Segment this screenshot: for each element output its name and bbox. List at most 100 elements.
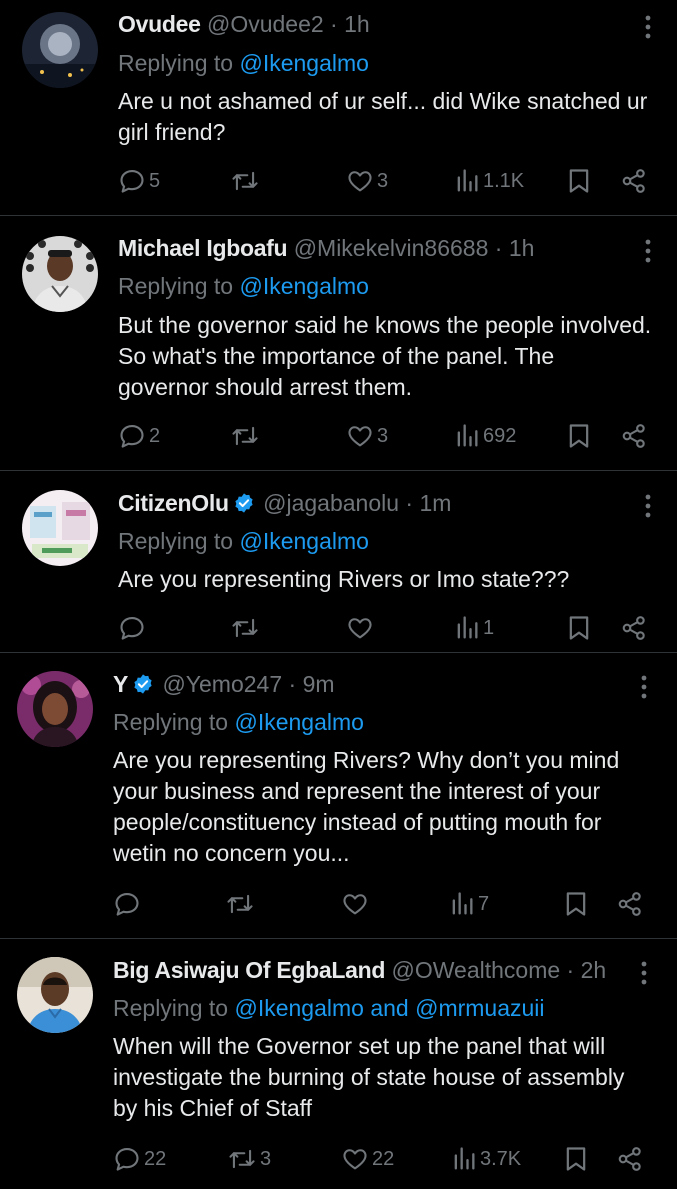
- bookmark-button[interactable]: [563, 1143, 589, 1175]
- tweet[interactable]: Big Asiwaju Of EgbaLand @OWealthcome · 2…: [0, 939, 677, 1189]
- like-button[interactable]: [341, 888, 369, 920]
- timestamp[interactable]: 9m: [303, 671, 335, 697]
- tweet-text: Are u not ashamed of ur self... did Wike…: [118, 88, 648, 145]
- views-icon: [454, 167, 480, 195]
- share-button[interactable]: [616, 888, 644, 920]
- separator-dot: ·: [323, 11, 345, 37]
- verified-badge-icon: [132, 672, 154, 702]
- timestamp[interactable]: 2h: [581, 957, 607, 983]
- retweet-count: 3: [260, 1147, 272, 1170]
- avatar[interactable]: [22, 236, 98, 312]
- retweet-icon: [225, 890, 255, 918]
- views-button[interactable]: 3.7K: [451, 1143, 521, 1175]
- like-button[interactable]: 3: [346, 165, 388, 197]
- avatar[interactable]: [17, 957, 93, 1033]
- like-button[interactable]: 3: [346, 420, 388, 452]
- retweet-button[interactable]: [230, 165, 260, 197]
- user-handle[interactable]: @jagabanolu: [263, 490, 399, 516]
- reply-count: 22: [144, 1147, 167, 1170]
- action-bar: 2 3 692: [118, 420, 658, 452]
- views-count: 1.1K: [483, 169, 525, 192]
- reply-icon: [118, 422, 146, 450]
- replying-to-label: Replying to: [118, 50, 234, 76]
- share-button[interactable]: [620, 612, 648, 644]
- user-handle[interactable]: @Yemo247: [162, 671, 282, 697]
- display-name[interactable]: CitizenOlu: [118, 490, 229, 516]
- more-icon[interactable]: [638, 491, 658, 521]
- avatar[interactable]: [22, 490, 98, 566]
- views-button[interactable]: 692: [454, 420, 516, 452]
- bookmark-button[interactable]: [566, 165, 592, 197]
- mention-link[interactable]: @mrmuazuii: [415, 995, 544, 1021]
- like-button[interactable]: 22: [341, 1143, 394, 1175]
- retweet-icon: [230, 614, 260, 642]
- views-button[interactable]: 7: [449, 888, 489, 920]
- reply-button[interactable]: [113, 888, 144, 920]
- like-count: 3: [377, 424, 389, 447]
- share-icon: [620, 614, 648, 642]
- bookmark-button[interactable]: [566, 420, 592, 452]
- timestamp[interactable]: 1h: [344, 11, 370, 37]
- views-count: 3.7K: [480, 1147, 522, 1170]
- reply-icon: [113, 1145, 141, 1173]
- bookmark-icon: [566, 422, 592, 450]
- views-button[interactable]: 1.1K: [454, 165, 524, 197]
- replying-to: Replying to @Ikengalmo and @mrmuazuii: [113, 993, 545, 1023]
- mention-link[interactable]: @Ikengalmo: [234, 709, 363, 735]
- timestamp[interactable]: 1m: [419, 490, 451, 516]
- share-button[interactable]: [620, 165, 648, 197]
- action-bar: 1: [118, 612, 658, 644]
- like-icon: [341, 1145, 369, 1173]
- mention-link[interactable]: @Ikengalmo: [239, 528, 368, 554]
- display-name[interactable]: Y: [113, 671, 128, 697]
- replying-to-label: Replying to: [118, 528, 234, 554]
- retweet-button[interactable]: [230, 612, 260, 644]
- more-icon[interactable]: [638, 236, 658, 266]
- tweet-text: When will the Governor set up the panel …: [113, 1033, 625, 1121]
- more-icon[interactable]: [634, 958, 654, 988]
- user-handle[interactable]: @Mikekelvin86688: [294, 235, 489, 261]
- avatar[interactable]: [22, 12, 98, 88]
- replying-to: Replying to @Ikengalmo: [118, 271, 369, 301]
- like-count: 3: [377, 169, 389, 192]
- tweet-text: Are you representing Rivers? Why don’t y…: [113, 747, 620, 866]
- bookmark-button[interactable]: [566, 612, 592, 644]
- user-handle[interactable]: @OWealthcome: [392, 957, 561, 983]
- mention-link[interactable]: @Ikengalmo: [239, 50, 368, 76]
- tweet[interactable]: Y @Yemo247 · 9m Replying to @Ikengalmo A…: [0, 653, 677, 938]
- retweet-button[interactable]: 3: [227, 1143, 271, 1175]
- user-handle[interactable]: @Ovudee2: [207, 11, 324, 37]
- more-icon[interactable]: [634, 672, 654, 702]
- retweet-button[interactable]: [225, 888, 255, 920]
- avatar[interactable]: [17, 671, 93, 747]
- like-icon: [341, 890, 369, 918]
- retweet-button[interactable]: [230, 420, 260, 452]
- separator-dot: ·: [399, 490, 420, 516]
- views-icon: [451, 1145, 477, 1173]
- display-name[interactable]: Big Asiwaju Of EgbaLand: [113, 957, 385, 983]
- more-icon[interactable]: [638, 12, 658, 42]
- mention-link[interactable]: @Ikengalmo: [239, 273, 368, 299]
- tweet[interactable]: Michael Igboafu @Mikekelvin86688 · 1h Re…: [0, 216, 677, 470]
- display-name[interactable]: Ovudee: [118, 11, 201, 37]
- bookmark-icon: [566, 167, 592, 195]
- separator-dot: ·: [488, 235, 509, 261]
- reply-icon: [118, 614, 146, 642]
- views-button[interactable]: 1: [454, 612, 494, 644]
- verified-badge-icon: [233, 491, 255, 521]
- mention-link[interactable]: @Ikengalmo: [234, 995, 363, 1021]
- separator-dot: ·: [282, 671, 303, 697]
- display-name[interactable]: Michael Igboafu: [118, 235, 288, 261]
- timestamp[interactable]: 1h: [509, 235, 535, 261]
- views-icon: [454, 422, 480, 450]
- share-button[interactable]: [620, 420, 648, 452]
- tweet[interactable]: CitizenOlu @jagabanolu · 1m Replying to …: [0, 471, 677, 652]
- reply-button[interactable]: 22: [113, 1143, 166, 1175]
- tweet[interactable]: Ovudee @Ovudee2 · 1h Replying to @Ikenga…: [0, 0, 677, 215]
- bookmark-button[interactable]: [563, 888, 589, 920]
- reply-button[interactable]: 5: [118, 165, 160, 197]
- like-button[interactable]: [346, 612, 374, 644]
- reply-button[interactable]: 2: [118, 420, 160, 452]
- share-button[interactable]: [616, 1143, 644, 1175]
- reply-button[interactable]: [118, 612, 149, 644]
